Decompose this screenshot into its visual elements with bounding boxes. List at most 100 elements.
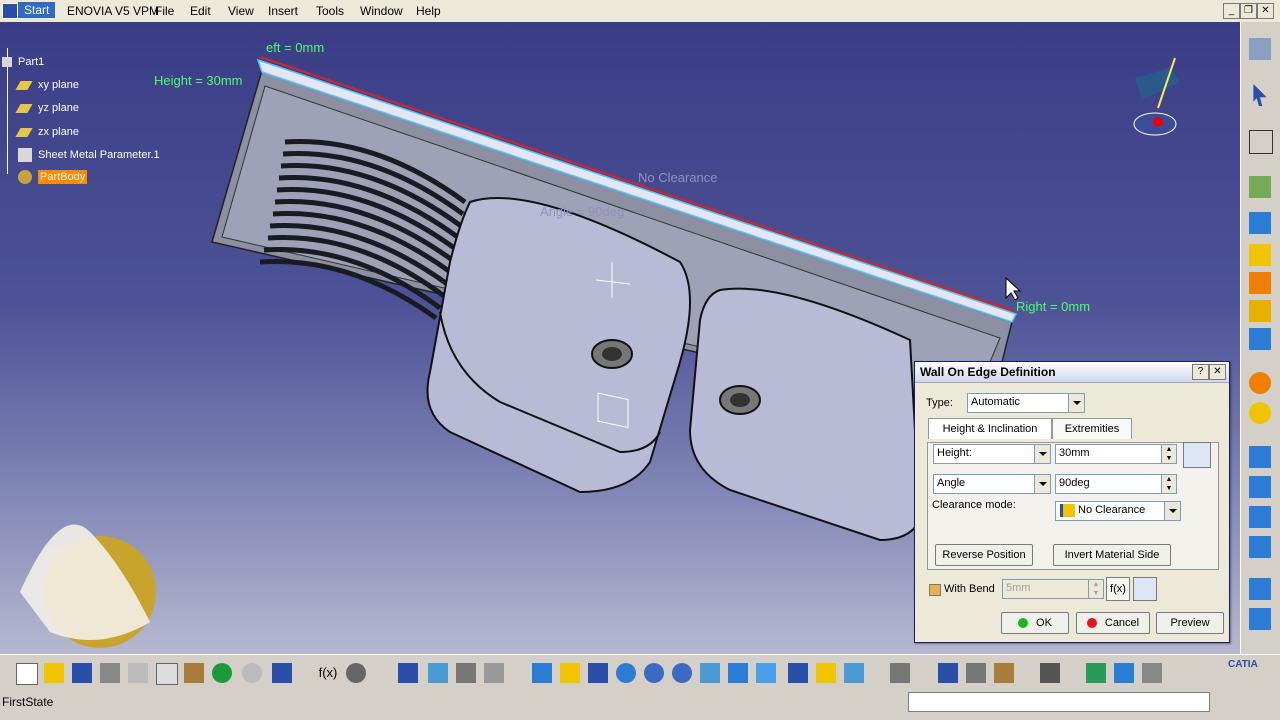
unfolded-view-icon[interactable] — [938, 663, 958, 683]
view-mode-icon[interactable] — [756, 663, 776, 683]
reference-icon[interactable] — [1183, 442, 1211, 468]
material-library-icon[interactable] — [1114, 663, 1134, 683]
table-icon[interactable] — [398, 663, 418, 683]
update-icon[interactable] — [484, 663, 504, 683]
cut-icon[interactable] — [128, 663, 148, 683]
reorder-icon[interactable] — [966, 663, 986, 683]
tree-item-zx-plane[interactable]: zx plane — [15, 126, 79, 138]
measure-icon[interactable] — [890, 663, 910, 683]
hide-show-icon[interactable] — [788, 663, 808, 683]
tab-height-inclination[interactable]: Height & Inclination — [928, 418, 1052, 439]
menu-help[interactable]: Help — [416, 4, 441, 18]
tab-extremities[interactable]: Extremities — [1052, 418, 1132, 439]
spinner-icon[interactable]: ▲ ▼ — [1161, 475, 1176, 493]
spinner-icon[interactable]: ▲ ▼ — [1161, 445, 1176, 463]
dim-right-offset[interactable]: Right = 0mm — [1016, 299, 1090, 314]
app-icon[interactable] — [2, 3, 18, 19]
camera-icon[interactable] — [1040, 663, 1060, 683]
sketch-icon[interactable] — [1249, 130, 1273, 154]
formula-icon[interactable]: f(x) — [1106, 577, 1130, 601]
close-icon[interactable]: ✕ — [1209, 364, 1226, 380]
whats-this-icon[interactable] — [272, 663, 292, 683]
formula-icon[interactable]: f(x) — [318, 663, 338, 683]
copy-icon[interactable] — [156, 663, 178, 685]
pan-icon[interactable] — [588, 663, 608, 683]
sheet-metal-params-icon[interactable] — [1249, 176, 1271, 198]
quick-view-icon[interactable] — [728, 663, 748, 683]
cutout-icon[interactable] — [1249, 578, 1271, 600]
height-mode-select[interactable]: Height: — [933, 444, 1051, 464]
menu-view[interactable]: View — [228, 4, 254, 18]
clearance-mode-select[interactable]: No Clearance — [1055, 501, 1181, 521]
dim-left-offset[interactable]: eft = 0mm — [266, 40, 324, 55]
knowledge-icon[interactable] — [346, 663, 366, 683]
apply-material-icon[interactable] — [1086, 663, 1106, 683]
menu-insert[interactable]: Insert — [268, 4, 298, 18]
menu-start[interactable]: Start — [18, 2, 56, 18]
bend-icon[interactable] — [1249, 446, 1271, 468]
tree-item-sheet-metal-parameter[interactable]: Sheet Metal Parameter.1 — [18, 148, 160, 162]
tree-item-yz-plane[interactable]: yz plane — [15, 102, 79, 114]
menu-edit[interactable]: Edit — [190, 4, 211, 18]
dim-height[interactable]: Height = 30mm — [154, 73, 243, 88]
recognize-icon[interactable] — [1249, 212, 1271, 234]
swap-visible-icon[interactable] — [816, 663, 836, 683]
fold-icon[interactable] — [1249, 506, 1271, 528]
wall-icon[interactable] — [1249, 244, 1271, 266]
stamp-icon[interactable] — [1249, 608, 1271, 630]
type-select[interactable]: Automatic — [967, 393, 1085, 413]
print-icon[interactable] — [100, 663, 120, 683]
walls-icon[interactable] — [1249, 38, 1271, 60]
catalog-icon[interactable] — [428, 663, 448, 683]
sketch-view-icon[interactable] — [844, 663, 864, 683]
close-icon[interactable]: ✕ — [1257, 3, 1274, 19]
settings-icon[interactable] — [1142, 663, 1162, 683]
tree-item-xy-plane[interactable]: xy plane — [15, 79, 79, 91]
normal-view-icon[interactable] — [700, 663, 720, 683]
wall-on-edge-icon[interactable] — [1249, 328, 1271, 350]
extrusion-icon[interactable] — [1249, 272, 1271, 294]
invert-material-side-button[interactable]: Invert Material Side — [1053, 544, 1171, 566]
restore-icon[interactable]: ❐ — [1240, 3, 1257, 19]
with-bend-checkbox[interactable] — [929, 584, 941, 596]
reverse-position-button[interactable]: Reverse Position — [935, 544, 1033, 566]
dim-clearance[interactable]: No Clearance — [638, 170, 718, 185]
paste-icon[interactable] — [184, 663, 204, 683]
rolled-wall-icon[interactable] — [1249, 372, 1271, 394]
menu-enovia[interactable]: ENOVIA V5 VPM — [67, 4, 159, 18]
parameters-icon[interactable] — [994, 663, 1014, 683]
unfold-icon[interactable] — [1249, 476, 1271, 498]
menu-window[interactable]: Window — [360, 4, 403, 18]
power-input[interactable] — [908, 692, 1210, 712]
angle-mode-select[interactable]: Angle — [933, 474, 1051, 494]
menu-tools[interactable]: Tools — [316, 4, 344, 18]
hopper-icon[interactable] — [1249, 402, 1271, 424]
undo-icon[interactable] — [212, 663, 232, 683]
ok-button[interactable]: OK — [1001, 612, 1069, 634]
zoom-out-icon[interactable] — [672, 663, 692, 683]
save-icon[interactable] — [72, 663, 92, 683]
zoom-in-icon[interactable] — [644, 663, 664, 683]
height-input[interactable]: 30mm ▲ ▼ — [1055, 444, 1177, 464]
bend-params-icon[interactable] — [1133, 577, 1157, 601]
redo-icon[interactable] — [242, 663, 262, 683]
dialog-titlebar[interactable]: Wall On Edge Definition ? ✕ — [915, 362, 1229, 383]
spinner-icon[interactable]: ▲ ▼ — [1088, 580, 1103, 598]
angle-input[interactable]: 90deg ▲ ▼ — [1055, 474, 1177, 494]
tree-root[interactable]: Part1 — [2, 56, 44, 68]
new-file-icon[interactable] — [16, 663, 38, 685]
minimize-icon[interactable]: _ — [1223, 3, 1240, 19]
help-icon[interactable]: ? — [1192, 364, 1209, 380]
fly-mode-icon[interactable] — [532, 663, 552, 683]
rotate-icon[interactable] — [616, 663, 636, 683]
cancel-button[interactable]: Cancel — [1076, 612, 1150, 634]
preview-button[interactable]: Preview — [1156, 612, 1224, 634]
tree-item-partbody[interactable]: PartBody — [18, 169, 88, 184]
open-folder-icon[interactable] — [44, 663, 64, 683]
menu-file[interactable]: File — [155, 4, 174, 18]
lock-icon[interactable] — [456, 663, 476, 683]
dim-angle[interactable]: Angle = 90deg — [540, 204, 624, 219]
fit-all-icon[interactable] — [560, 663, 580, 683]
select-arrow-icon[interactable] — [1253, 84, 1267, 106]
point-to-point-icon[interactable] — [1249, 536, 1271, 558]
